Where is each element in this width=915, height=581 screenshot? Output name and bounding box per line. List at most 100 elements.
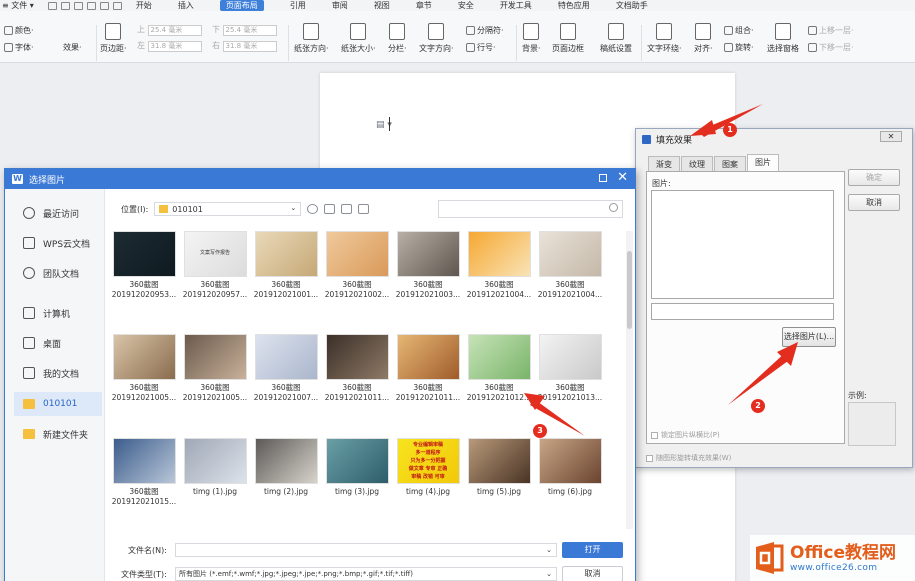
page-setup-button[interactable]: 稿纸设置 <box>600 23 632 54</box>
tab-pattern[interactable]: 图案 <box>714 156 746 172</box>
thumbnail-item[interactable]: 360截图 201912021015... <box>111 438 177 507</box>
page-border-icon <box>560 23 576 40</box>
tab-picture[interactable]: 图片 <box>747 154 779 172</box>
thumbnail-name: 360截图 <box>413 383 443 392</box>
sidebar-item-team-docs[interactable]: 团队文档 <box>14 261 102 285</box>
select-picture-button[interactable]: 选择图片(L)... <box>782 327 836 347</box>
open-icon[interactable] <box>47 1 57 10</box>
thumbnail-item[interactable]: timg (2).jpg <box>253 438 319 497</box>
tab-page-layout[interactable]: 页面布局 <box>219 0 264 11</box>
rotate-with-shape-checkbox[interactable]: 随图形旋转填充效果(W) <box>646 453 731 463</box>
thumbnail-name-suffix: 201912021001... <box>253 290 319 299</box>
bring-forward-button[interactable]: 上移一层· <box>808 25 854 36</box>
poster-text: 做文章 专审 正确 <box>408 466 448 472</box>
group-button[interactable]: 组合· <box>724 25 754 36</box>
filename-input[interactable]: ⌄ <box>175 543 557 557</box>
thumbnail-item[interactable]: 360截图 201912021001... <box>253 231 319 300</box>
tab-texture[interactable]: 纹理 <box>681 156 713 172</box>
separator-button[interactable]: 分隔符· <box>466 25 504 36</box>
thumbnail-item[interactable]: timg (5).jpg <box>466 438 532 497</box>
selection-pane-button[interactable]: 选择窗格 <box>767 23 799 54</box>
thumbnail-item[interactable]: timg (1).jpg <box>182 438 248 497</box>
undo-icon[interactable] <box>99 1 109 10</box>
sidebar-item-desktop[interactable]: 桌面 <box>14 331 102 355</box>
scrollbar-thumb[interactable] <box>627 251 632 329</box>
thumbnail-item[interactable]: timg (6).jpg <box>537 438 603 497</box>
tab-references[interactable]: 引用 <box>290 0 306 11</box>
thumbnail-item[interactable]: 360截图 201912021012... <box>466 334 532 403</box>
tab-view[interactable]: 视图 <box>374 0 390 11</box>
back-icon[interactable] <box>307 204 319 214</box>
tab-home[interactable]: 开始 <box>136 0 152 11</box>
thumbnail-item[interactable]: 360截图 201912021002... <box>324 231 390 300</box>
search-input[interactable] <box>438 200 623 218</box>
text-direction-button[interactable]: 文字方向· <box>419 23 454 54</box>
cancel-button[interactable]: 取消 <box>562 566 623 581</box>
tab-gradient[interactable]: 渐变 <box>648 156 680 172</box>
thumbnail-item[interactable]: 360截图 201912021004... <box>466 231 532 300</box>
ok-button[interactable]: 确定 <box>848 169 900 186</box>
thumbnail-item[interactable]: 360截图 201912021011... <box>395 334 461 403</box>
text-wrap-button[interactable]: 文字环绕· <box>647 23 682 54</box>
top-margin-field[interactable]: 25.4 毫米 <box>147 25 202 36</box>
align-button[interactable]: 对齐· <box>694 23 713 54</box>
tab-chapter[interactable]: 章节 <box>416 0 432 11</box>
location-dropdown[interactable]: 010101 ⌄ <box>154 202 302 216</box>
size-button[interactable]: 纸张大小· <box>341 23 376 54</box>
redo-icon[interactable] <box>112 1 122 10</box>
close-icon[interactable]: ✕ <box>617 170 628 186</box>
save-icon[interactable] <box>60 1 70 10</box>
tab-developer[interactable]: 开发工具 <box>500 0 532 11</box>
print-icon[interactable] <box>73 1 83 10</box>
tab-review[interactable]: 审阅 <box>332 0 348 11</box>
colors-button[interactable]: 颜色· <box>4 25 34 36</box>
thumbnail-item[interactable]: 360截图 201912020953... <box>111 231 177 300</box>
open-button[interactable]: 打开 <box>562 542 623 558</box>
new-folder-icon[interactable] <box>341 204 353 214</box>
view-menu-icon[interactable] <box>358 204 370 214</box>
thumbnail-item[interactable]: 360截图 201912021005... <box>182 334 248 403</box>
filetype-select[interactable]: 所有图片 (*.emf;*.wmf;*.jpg;*.jpeg;*.jpe;*.p… <box>175 567 557 581</box>
page-border-button[interactable]: 页面边框 <box>552 23 584 54</box>
background-button[interactable]: 背景· <box>522 23 541 54</box>
thumbnail-item[interactable]: 360截图 201912021007... <box>253 334 319 403</box>
tab-doc-assistant[interactable]: 文档助手 <box>616 0 648 11</box>
columns-button[interactable]: 分栏· <box>388 23 407 54</box>
sidebar-item-my-documents[interactable]: 我的文档 <box>14 361 102 385</box>
sidebar-item-010101[interactable]: 010101 <box>14 392 102 416</box>
effects-button[interactable]: 效果· <box>63 42 82 53</box>
sidebar-item-computer[interactable]: 计算机 <box>14 301 102 325</box>
search-icon <box>609 203 618 212</box>
preview-icon[interactable] <box>86 1 96 10</box>
tab-features[interactable]: 特色应用 <box>558 0 590 11</box>
line-numbers-button[interactable]: 行号· <box>466 42 496 53</box>
thumbnail-item[interactable]: 360截图 201912021004... <box>537 231 603 300</box>
tab-insert[interactable]: 插入 <box>178 0 194 11</box>
up-folder-icon[interactable] <box>324 204 336 214</box>
thumbnail-item[interactable]: 360截图 201912021011... <box>324 334 390 403</box>
sidebar-item-new-folder[interactable]: 新建文件夹 <box>14 422 102 446</box>
lock-aspect-checkbox[interactable]: 锁定图片纵横比(P) <box>651 430 720 440</box>
sidebar-item-recent[interactable]: 最近访问 <box>14 201 102 225</box>
vertical-scrollbar[interactable] <box>626 231 633 529</box>
maximize-icon[interactable] <box>599 174 607 182</box>
thumbnail-item[interactable]: 360截图 201912021013... <box>537 334 603 403</box>
cancel-button[interactable]: 取消 <box>848 194 900 211</box>
thumbnail-item[interactable]: 文案写作报告 360截图 201912020957... <box>182 231 248 300</box>
thumbnail-item[interactable]: 360截图 201912021005... <box>111 334 177 403</box>
fonts-button[interactable]: 字体· <box>4 42 34 53</box>
orientation-button[interactable]: 纸张方向· <box>294 23 329 54</box>
tab-security[interactable]: 安全 <box>458 0 474 11</box>
file-menu[interactable]: ≡ 文件 ▾ <box>2 0 34 11</box>
send-backward-button[interactable]: 下移一层· <box>808 42 854 53</box>
thumbnail-item[interactable]: 专业编辑审稿 多一道程序 只为多一分把握 做文章 专审 正确 审稿 改错 可审 timg … <box>395 438 461 497</box>
left-margin-field[interactable]: 31.8 毫米 <box>147 41 202 52</box>
close-button[interactable]: ✕ <box>880 131 902 142</box>
thumbnail-item[interactable]: timg (3).jpg <box>324 438 390 497</box>
sidebar-item-wps-cloud[interactable]: WPS云文档 <box>14 231 102 255</box>
bottom-margin-field[interactable]: 25.4 毫米 <box>222 25 277 36</box>
right-margin-field[interactable]: 31.8 毫米 <box>222 41 277 52</box>
margins-button[interactable]: 页边距· <box>100 23 127 54</box>
thumbnail-item[interactable]: 360截图 201912021003... <box>395 231 461 300</box>
rotate-button[interactable]: 旋转· <box>724 42 754 53</box>
